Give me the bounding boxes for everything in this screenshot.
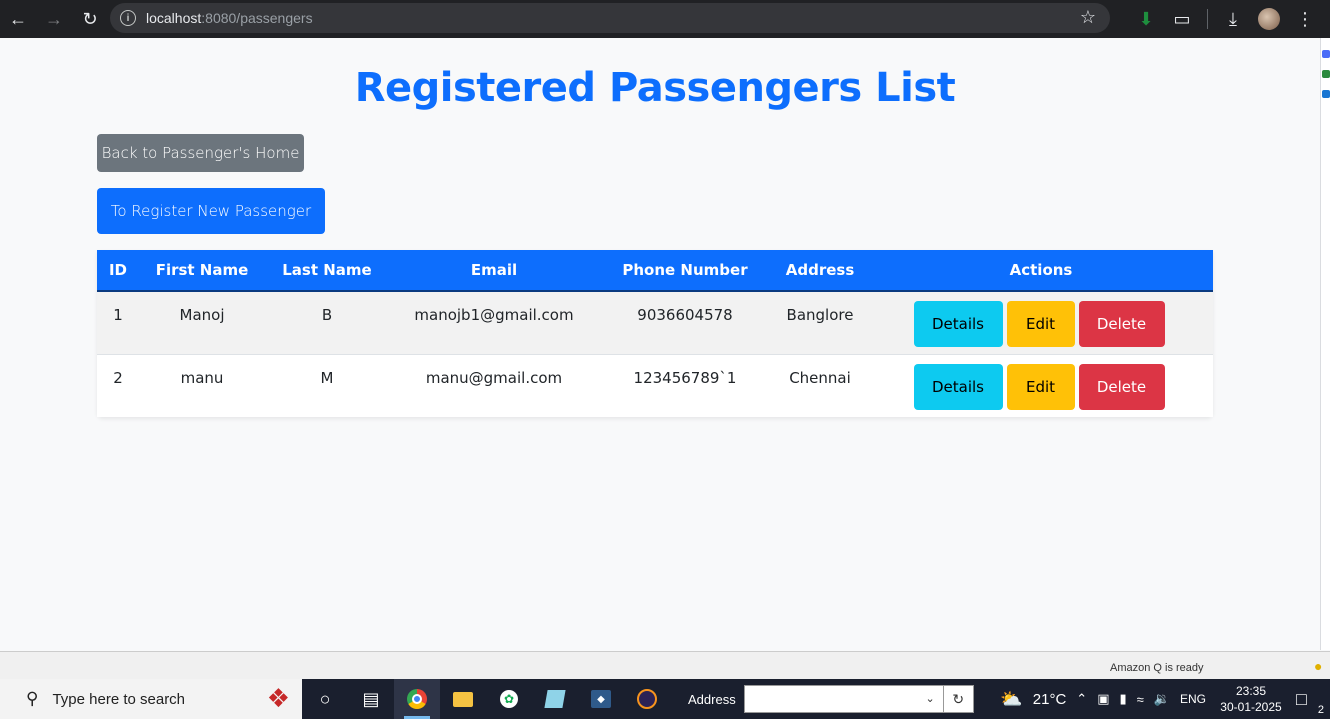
cell-address: Banglore (786, 306, 854, 324)
forward-arrow-icon[interactable]: → (36, 5, 72, 33)
clock[interactable]: 23:35 30-01-2025 (1216, 683, 1286, 715)
cell-first-name: Manoj (179, 306, 225, 324)
system-tray: ⛅ 21°C ⌃ ▣ ▮ ≈ 🔉 ENG 23:35 30-01-2025 □ 2 (1000, 679, 1330, 719)
header-address: Address (785, 261, 855, 279)
side-panel-icon[interactable] (1322, 70, 1330, 78)
notepad-icon (544, 690, 566, 708)
taskbar-eclipse[interactable] (624, 679, 670, 719)
passengers-table: ID First Name Last Name Email Phone Numb… (97, 250, 1213, 417)
address-bar[interactable]: i localhost:8080/passengers ☆ (110, 3, 1110, 33)
edit-button[interactable]: Edit (1006, 363, 1075, 410)
meet-now-icon[interactable]: ▣ (1097, 691, 1109, 707)
site-info-icon[interactable]: i (120, 10, 136, 26)
address-toolbar-input[interactable]: ⌄ (743, 685, 944, 713)
ide-status-strip: Amazon Q is ready ● (0, 651, 1330, 679)
search-icon: ⚲ (26, 689, 39, 708)
table-header-row: ID First Name Last Name Email Phone Numb… (97, 250, 1213, 291)
chevron-down-icon[interactable]: ⌄ (925, 692, 934, 705)
bookmark-star-icon[interactable]: ☆ (1080, 7, 1096, 28)
temperature[interactable]: 21°C (1033, 691, 1067, 708)
cell-phone: 9036604578 (637, 306, 733, 324)
header-first-name: First Name (155, 261, 249, 279)
battery-icon[interactable]: ▮ (1120, 691, 1127, 707)
cell-last-name: B (321, 306, 333, 324)
address-go-icon[interactable]: ↻ (943, 685, 974, 713)
wifi-icon[interactable]: ≈ (1137, 692, 1144, 707)
chrome-icon (407, 689, 427, 709)
side-panel-icon[interactable] (1322, 90, 1330, 98)
cell-email: manu@gmail.com (425, 368, 563, 387)
cell-actions: Details Edit Delete (869, 354, 1213, 417)
taskbar-search-box[interactable]: ⚲ Type here to search ❖ (0, 679, 302, 719)
edit-button[interactable]: Edit (1006, 301, 1075, 347)
eclipse-icon (637, 689, 657, 709)
windows-taskbar: ⚲ Type here to search ❖ ○ ▤ ✿ ◆ Address … (0, 679, 1330, 719)
url-host: localhost (146, 10, 202, 26)
page-content: Registered Passengers List Back to Passe… (0, 38, 1320, 650)
cell-id: 1 (113, 306, 123, 324)
downloads-icon[interactable]: ⤓ (1222, 9, 1244, 30)
taskbar-mongodb[interactable]: ✿ (486, 679, 532, 719)
cell-actions: Details Edit Delete (869, 291, 1213, 354)
delete-button[interactable]: Delete (1078, 301, 1165, 347)
status-text: Amazon Q is ready (1110, 662, 1204, 674)
clock-time: 23:35 (1235, 684, 1267, 698)
profile-avatar[interactable] (1258, 8, 1280, 30)
weather-icon[interactable]: ⛅ (1000, 689, 1022, 710)
folder-icon (453, 691, 473, 707)
details-button[interactable]: Details (913, 363, 1003, 410)
reload-icon[interactable]: ↻ (72, 5, 108, 33)
header-actions: Actions (1009, 261, 1073, 279)
volume-icon[interactable]: 🔉 (1154, 691, 1170, 707)
notification-icon[interactable]: □ 2 (1296, 689, 1324, 716)
chevron-up-icon[interactable]: ⌃ (1076, 691, 1087, 707)
taskbar-chrome[interactable] (394, 679, 440, 719)
side-panel-strip (1320, 38, 1330, 650)
header-phone: Phone Number (622, 261, 748, 279)
back-to-home-button[interactable]: Back to Passenger's Home (97, 134, 304, 172)
extensions-puzzle-icon[interactable]: ▭ (1171, 9, 1193, 30)
task-view-icon[interactable]: ▤ (348, 679, 394, 719)
cell-address: Chennai (789, 368, 851, 387)
header-id: ID (108, 261, 128, 279)
extension-download-icon[interactable]: ⬇ (1135, 9, 1157, 30)
url-path: :8080/passengers (201, 10, 313, 26)
menu-kebab-icon[interactable]: ⋮ (1294, 9, 1316, 30)
search-placeholder: Type here to search (52, 690, 186, 708)
cell-email: manojb1@gmail.com (414, 306, 574, 324)
taskbar-mysql[interactable]: ◆ (578, 679, 624, 719)
register-passenger-button[interactable]: To Register New Passenger (97, 188, 325, 234)
language-indicator[interactable]: ENG (1180, 692, 1206, 706)
header-last-name: Last Name (282, 261, 372, 279)
header-email: Email (470, 261, 518, 279)
cell-id: 2 (113, 368, 123, 387)
address-toolbar-label: Address (688, 691, 736, 707)
taskbar-file-explorer[interactable] (440, 679, 486, 719)
page-title: Registered Passengers List (354, 65, 956, 111)
cell-first-name: manu (180, 368, 224, 387)
details-button[interactable]: Details (913, 301, 1003, 347)
toolbar-divider (1207, 9, 1208, 29)
mysql-workbench-icon: ◆ (591, 690, 611, 708)
cell-last-name: M (320, 368, 334, 387)
notification-count: 2 (1317, 703, 1324, 716)
clock-date: 30-01-2025 (1220, 700, 1282, 714)
back-arrow-icon[interactable]: ← (0, 5, 36, 33)
browser-toolbar: ← → ↻ i localhost:8080/passengers ☆ ⬇ ▭ … (0, 0, 1330, 38)
cell-phone: 123456789`1 (633, 368, 737, 387)
mongodb-leaf-icon: ✿ (500, 690, 518, 708)
table-row: 1 Manoj B manojb1@gmail.com 9036604578 B… (97, 291, 1213, 354)
side-panel-icon[interactable] (1322, 50, 1330, 58)
cortana-icon[interactable]: ○ (302, 679, 348, 719)
lightbulb-icon[interactable]: ● (1314, 658, 1322, 674)
table-row: 2 manu M manu@gmail.com 123456789`1 Chen… (97, 354, 1213, 417)
delete-button[interactable]: Delete (1078, 363, 1165, 410)
taskbar-notepad[interactable] (532, 679, 578, 719)
gift-icon: ❖ (266, 683, 290, 713)
